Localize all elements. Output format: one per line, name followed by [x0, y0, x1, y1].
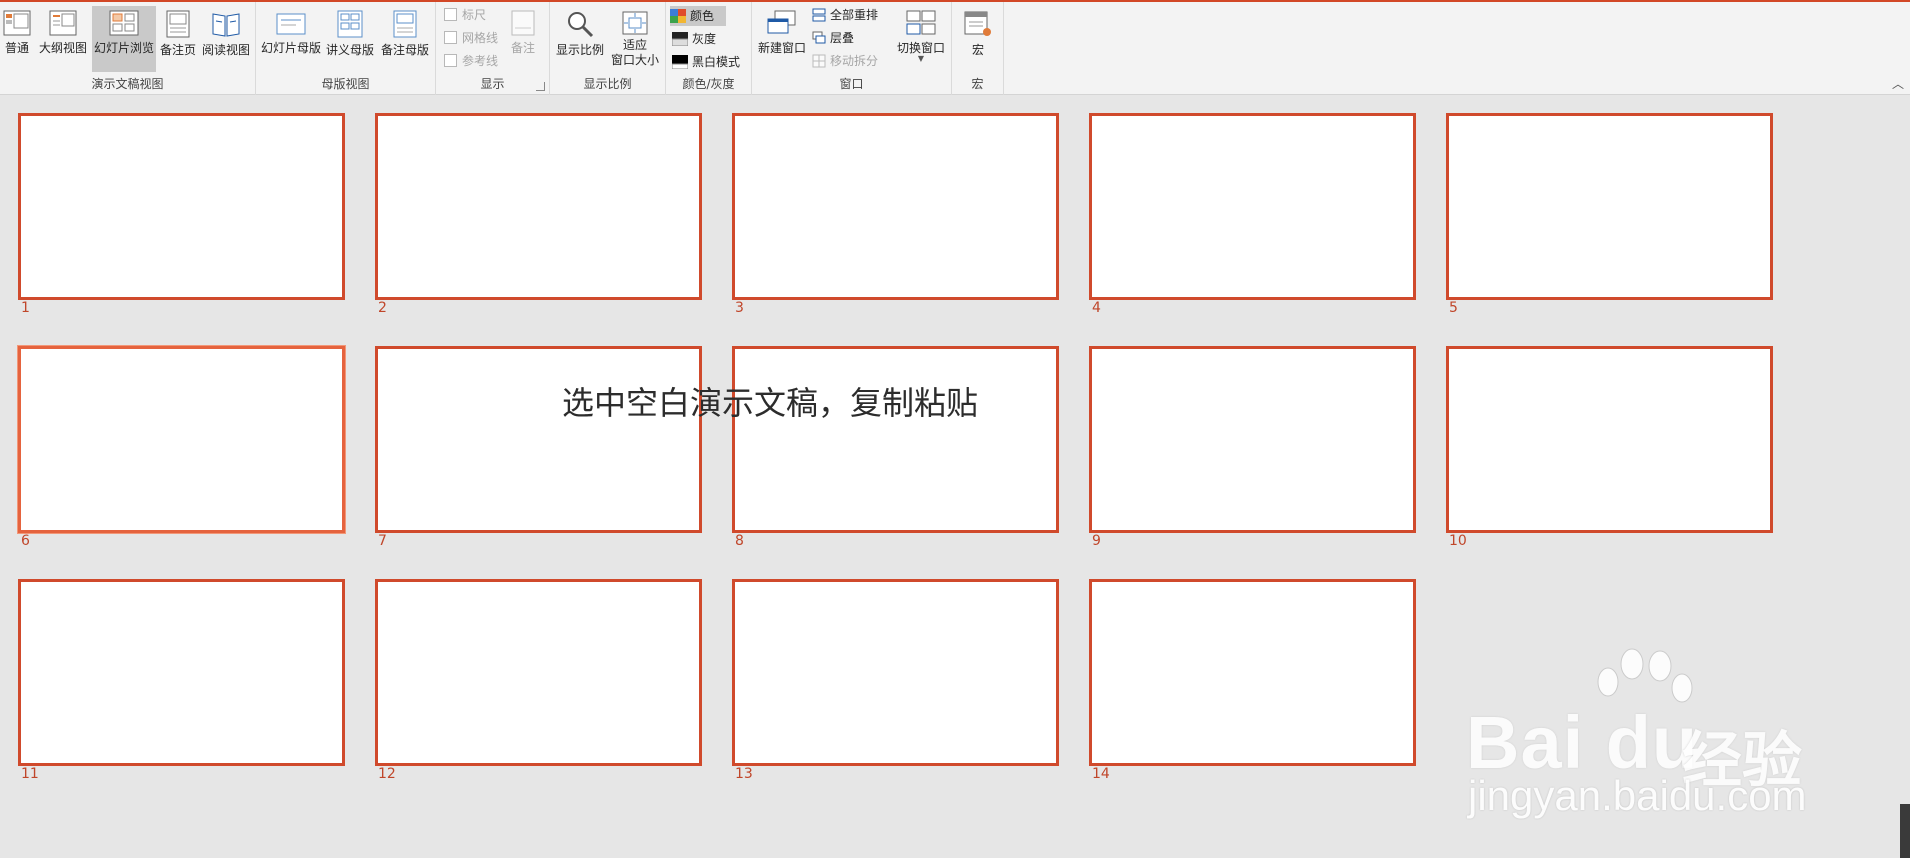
- switch-windows-icon: [906, 10, 936, 35]
- macros-button[interactable]: 宏: [956, 6, 1000, 72]
- group-show: 标尺 网格线 参考线 备注 显示: [436, 2, 550, 95]
- magnifier-icon: [568, 12, 594, 38]
- slide-number: 12: [378, 766, 396, 782]
- fit-window-icon: [622, 11, 648, 35]
- notes-page-icon: [166, 10, 190, 38]
- slide-thumbnail[interactable]: [18, 113, 345, 300]
- normal-view-icon: [3, 10, 31, 36]
- slide-master-button[interactable]: 幻灯片母版: [260, 6, 322, 72]
- new-window-icon: [767, 10, 796, 34]
- group-macros: 宏 宏: [952, 2, 1004, 95]
- slide-sorter-button[interactable]: 幻灯片浏览: [92, 6, 156, 72]
- cascade-icon: [812, 31, 826, 44]
- macro-icon: [964, 11, 991, 36]
- fit-to-window-button[interactable]: 适应 窗口大小: [608, 6, 662, 72]
- handout-master-button[interactable]: 讲义母版: [324, 6, 376, 72]
- slide-number: 9: [1092, 533, 1101, 549]
- slide-thumbnail[interactable]: [375, 346, 702, 533]
- normal-view-button[interactable]: 普通: [0, 6, 34, 72]
- reading-view-icon: [212, 13, 240, 37]
- checkbox-icon: [444, 8, 457, 21]
- slide-number: 11: [21, 766, 39, 782]
- reading-view-button[interactable]: 阅读视图: [200, 6, 252, 72]
- slide-thumbnail[interactable]: [732, 579, 1059, 766]
- group-presentation-views: 普通 大纲视图 幻灯片浏览 备注页 阅读视图 演示文稿视图: [0, 2, 256, 95]
- slide-number: 7: [378, 533, 387, 549]
- handout-master-icon: [337, 10, 363, 38]
- black-white-icon: [672, 55, 688, 69]
- edge-widget: [1900, 804, 1910, 858]
- slide-thumbnail[interactable]: [18, 346, 345, 533]
- slide-thumbnail[interactable]: [18, 579, 345, 766]
- slide-number: 4: [1092, 300, 1101, 316]
- grayscale-button[interactable]: 灰度: [672, 29, 716, 49]
- outline-view-button[interactable]: 大纲视图: [36, 6, 90, 72]
- black-white-button[interactable]: 黑白模式: [672, 52, 740, 72]
- outline-view-icon: [49, 10, 77, 36]
- group-zoom: 显示比例 适应 窗口大小 显示比例: [550, 2, 666, 95]
- color-mode-button[interactable]: 颜色: [670, 6, 726, 26]
- zoom-button[interactable]: 显示比例: [554, 6, 606, 72]
- slide-number: 1: [21, 300, 30, 316]
- move-split-button[interactable]: 移动拆分: [812, 51, 878, 71]
- color-swatch-icon: [670, 9, 686, 23]
- overlay-caption: 选中空白演示文稿，复制粘贴: [562, 384, 979, 422]
- slide-thumbnail[interactable]: [1089, 113, 1416, 300]
- slide-thumbnail[interactable]: [732, 113, 1059, 300]
- notes-master-button[interactable]: 备注母版: [378, 6, 432, 72]
- notes-page-button[interactable]: 备注页: [158, 6, 198, 72]
- slide-number: 6: [21, 533, 30, 549]
- group-color-grayscale: 颜色 灰度 黑白模式 颜色/灰度: [666, 2, 752, 95]
- collapse-ribbon-icon[interactable]: ︿: [1892, 75, 1904, 92]
- slide-thumbnail[interactable]: [1089, 579, 1416, 766]
- slide-number: 14: [1092, 766, 1110, 782]
- slide-number: 3: [735, 300, 744, 316]
- slide-thumbnail[interactable]: [1089, 346, 1416, 533]
- slide-thumbnail[interactable]: [1446, 113, 1773, 300]
- slide-number: 2: [378, 300, 387, 316]
- slide-number: 13: [735, 766, 753, 782]
- dropdown-arrow-icon: ▼: [917, 54, 925, 63]
- notes-icon: [511, 10, 535, 36]
- slide-number: 10: [1449, 533, 1467, 549]
- slide-sorter-icon: [109, 10, 139, 36]
- move-split-icon: [812, 54, 826, 68]
- grayscale-icon: [672, 32, 688, 46]
- cascade-button[interactable]: 层叠: [812, 28, 854, 48]
- new-window-button[interactable]: 新建窗口: [756, 6, 808, 72]
- slide-number: 5: [1449, 300, 1458, 316]
- arrange-all-icon: [812, 8, 826, 22]
- slide-thumbnail[interactable]: [375, 113, 702, 300]
- watermark-url: jingyan.baidu.com: [1468, 772, 1807, 819]
- gridlines-checkbox[interactable]: 网格线: [444, 28, 498, 48]
- slide-number: 8: [735, 533, 744, 549]
- checkbox-icon: [444, 31, 457, 44]
- arrange-all-button[interactable]: 全部重排: [812, 5, 878, 25]
- group-window: 新建窗口 全部重排 层叠 移动拆分 切换窗口 ▼ 窗口: [752, 2, 952, 95]
- group-master-views: 幻灯片母版 讲义母版 备注母版 母版视图: [256, 2, 436, 95]
- switch-windows-button[interactable]: 切换窗口 ▼: [894, 6, 948, 72]
- notes-master-icon: [393, 10, 417, 38]
- slide-thumbnail[interactable]: [732, 346, 1059, 533]
- slide-thumbnail[interactable]: [375, 579, 702, 766]
- slide-master-icon: [276, 13, 306, 35]
- ruler-checkbox[interactable]: 标尺: [444, 5, 486, 25]
- checkbox-icon: [444, 54, 457, 67]
- view-ribbon: 普通 大纲视图 幻灯片浏览 备注页 阅读视图 演示文稿视图 幻灯片母版 讲义母版…: [0, 2, 1910, 95]
- guides-checkbox[interactable]: 参考线: [444, 51, 498, 71]
- slide-thumbnail[interactable]: [1446, 346, 1773, 533]
- notes-toggle-button[interactable]: 备注: [502, 6, 544, 72]
